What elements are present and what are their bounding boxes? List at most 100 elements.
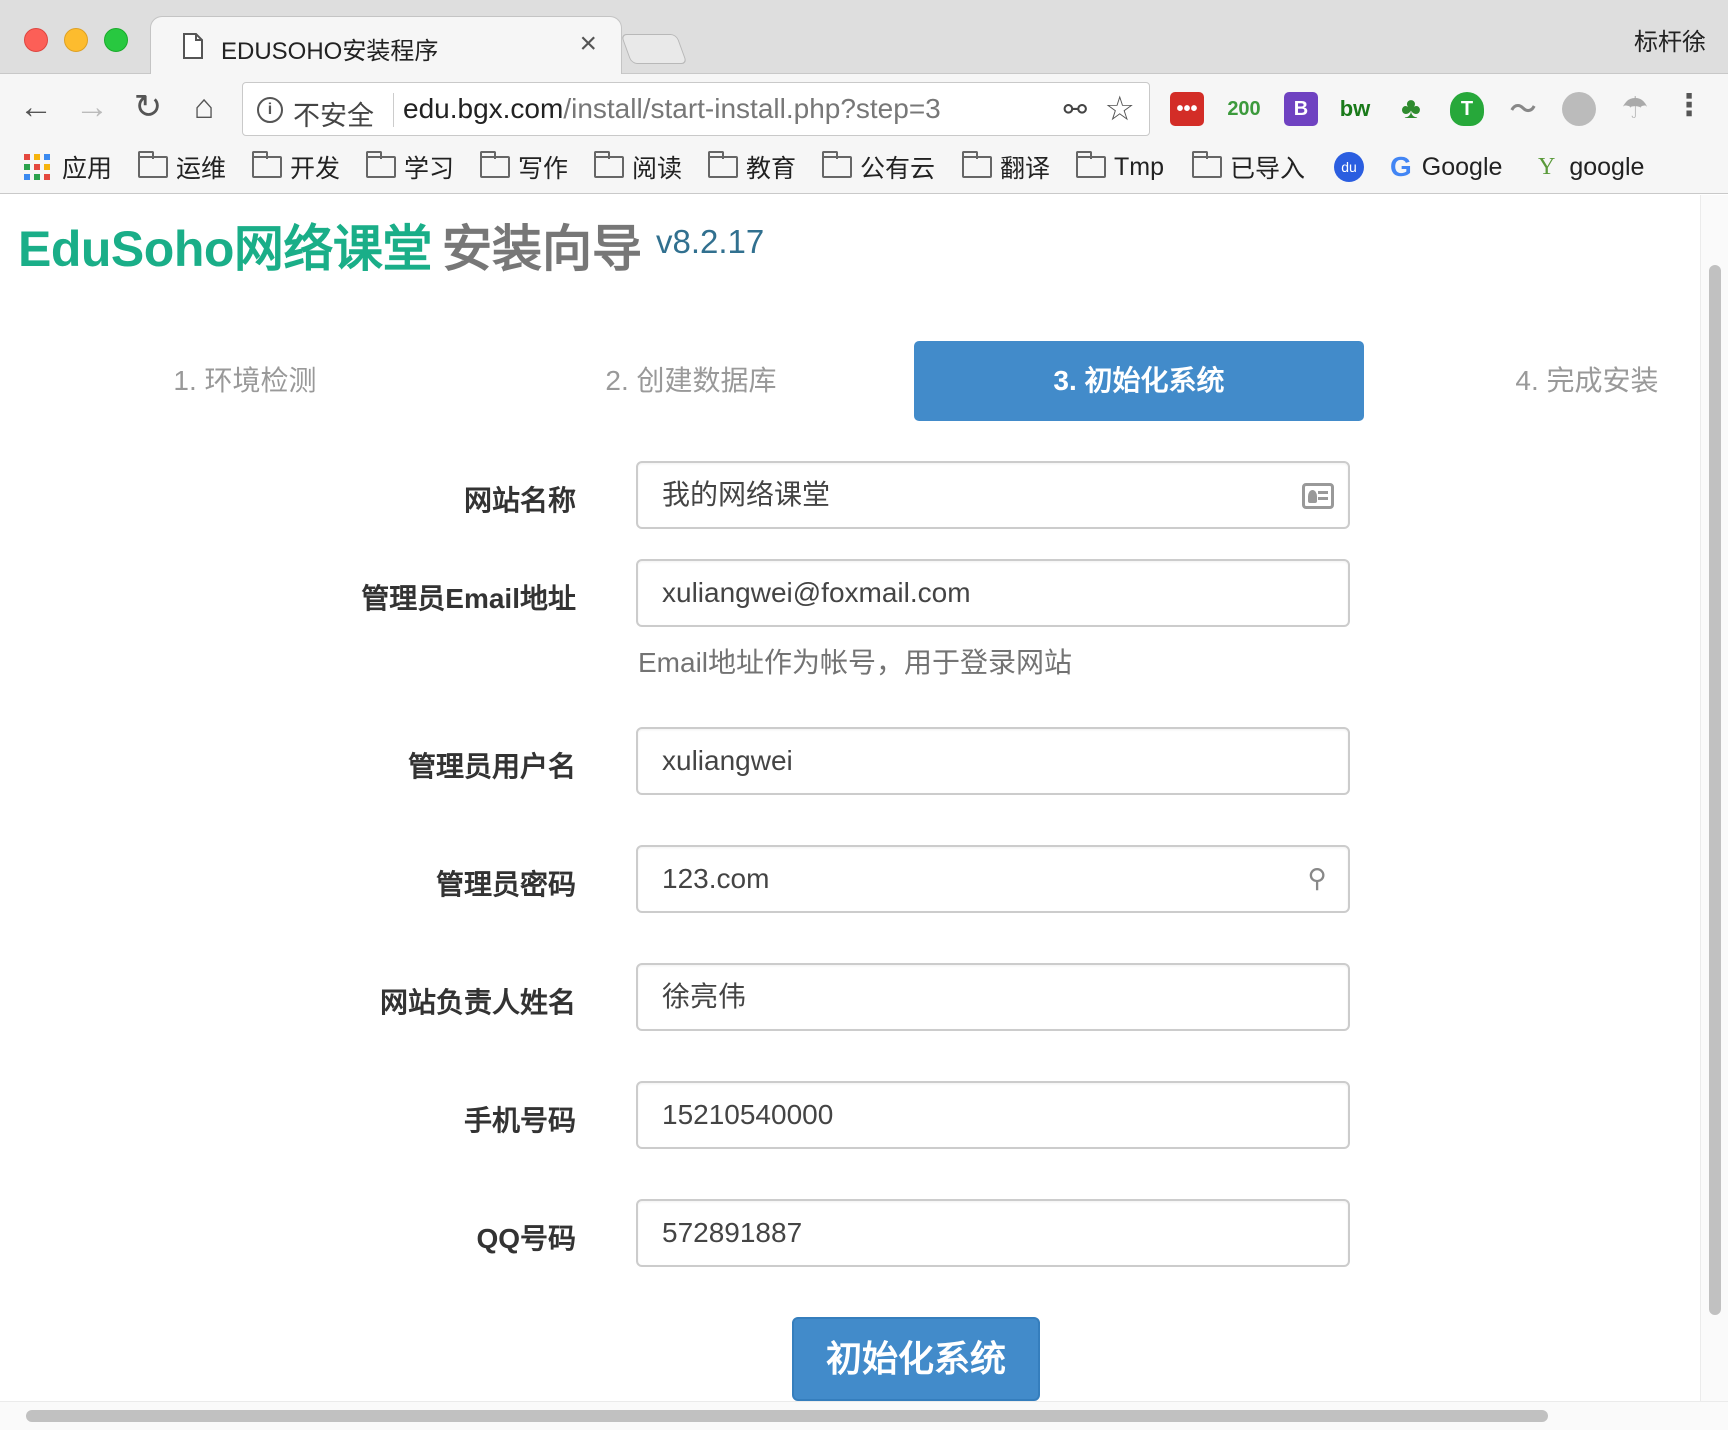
password-input[interactable]: 123.com ⚲	[636, 845, 1350, 913]
site-name-label: 网站名称	[463, 485, 576, 516]
folder-icon	[366, 151, 396, 178]
folder-icon	[594, 151, 624, 178]
bookmark-folder-study[interactable]: 学习	[366, 150, 454, 184]
document-icon	[183, 33, 203, 59]
browser-menu-icon[interactable]: ⋮	[1674, 88, 1704, 123]
bookmark-star-icon[interactable]: ☆	[1105, 89, 1135, 129]
y-logo-icon: Y	[1538, 153, 1556, 180]
clover-extension-icon[interactable]: ♣	[1394, 92, 1428, 126]
bookmark-apps[interactable]: 应用	[24, 150, 112, 184]
mobile-input[interactable]: 15210540000	[636, 1081, 1350, 1149]
contact-card-icon[interactable]	[1302, 483, 1334, 509]
folder-icon	[1192, 151, 1222, 178]
apps-grid-icon	[24, 154, 50, 180]
bookmark-label: 运维	[176, 155, 227, 183]
reload-icon[interactable]: ↻	[128, 88, 168, 128]
install-steps: 1. 环境检测 2. 创建数据库 3. 初始化系统 4. 完成安装	[0, 341, 1700, 421]
bookmark-folder-reading[interactable]: 阅读	[594, 150, 682, 184]
globe-extension-icon[interactable]	[1562, 92, 1596, 126]
email-value: xuliangwei@foxmail.com	[662, 577, 971, 608]
bookmark-label: 公有云	[860, 155, 936, 183]
bookmarks-bar: 应用 运维 开发 学习 写作 阅读 教育 公有云 翻译 Tmp 已导入 du G…	[0, 140, 1728, 194]
bookmark-label: Tmp	[1114, 152, 1164, 181]
security-label[interactable]: 不安全	[293, 94, 374, 133]
site-name-input[interactable]: 我的网络课堂	[636, 461, 1350, 529]
address-bar[interactable]: i 不安全 edu.bgx.com/install/start-install.…	[242, 82, 1150, 136]
owner-name-value: 徐亮伟	[662, 981, 747, 1012]
bookmark-folder-education[interactable]: 教育	[708, 150, 796, 184]
bookmark-apps-label: 应用	[62, 155, 113, 183]
forward-arrow-icon[interactable]: →	[72, 88, 112, 128]
window-close-button[interactable]	[24, 28, 48, 52]
mobile-value: 15210540000	[662, 1099, 834, 1130]
email-input[interactable]: xuliangwei@foxmail.com	[636, 559, 1350, 627]
qq-label: QQ号码	[476, 1223, 576, 1254]
bookmark-label: 翻译	[1000, 155, 1051, 183]
qq-input[interactable]: 572891887	[636, 1199, 1350, 1267]
bookmark-google-yahoo[interactable]: Ygoogle	[1538, 150, 1644, 184]
lastpass-extension-icon[interactable]: •••	[1170, 92, 1204, 126]
bookmark-folder-translate[interactable]: 翻译	[962, 150, 1050, 184]
new-tab-button[interactable]	[620, 34, 688, 64]
username-input[interactable]: xuliangwei	[636, 727, 1350, 795]
initialize-system-button[interactable]: 初始化系统	[792, 1317, 1040, 1401]
bootstrap-extension-icon[interactable]: B	[1284, 92, 1318, 126]
bookmark-label: 阅读	[632, 155, 683, 183]
bookmark-label: 开发	[290, 155, 341, 183]
folder-icon	[708, 151, 738, 178]
folder-icon	[1076, 151, 1106, 178]
password-label: 管理员密码	[435, 869, 576, 900]
vertical-scrollbar[interactable]	[1700, 195, 1728, 1401]
mobile-label: 手机号码	[463, 1105, 576, 1136]
bookmark-folder-imported[interactable]: 已导入	[1192, 150, 1305, 184]
counter-extension-icon[interactable]: 200	[1224, 92, 1264, 126]
tab-close-icon[interactable]: ×	[579, 27, 597, 61]
window-minimize-button[interactable]	[64, 28, 88, 52]
vertical-scroll-thumb[interactable]	[1709, 265, 1721, 1315]
email-label: 管理员Email地址	[361, 583, 576, 614]
password-lock-icon[interactable]: ⚲	[1300, 863, 1334, 893]
browser-tab-active[interactable]: EDUSOHO安装程序 ×	[150, 16, 622, 74]
bookmark-folder-ops[interactable]: 运维	[138, 150, 226, 184]
translate-extension-icon[interactable]: 〜	[1506, 92, 1540, 126]
password-value: 123.com	[662, 863, 770, 894]
url-path: /install/start-install.php?step=3	[563, 93, 941, 124]
bookmark-label: 已导入	[1230, 155, 1306, 183]
owner-name-label: 网站负责人姓名	[379, 987, 576, 1018]
username-label: 管理员用户名	[407, 751, 576, 782]
profile-name[interactable]: 标杆徐	[1634, 22, 1706, 57]
key-icon[interactable]: ⚯	[1064, 93, 1087, 126]
bookmark-label: google	[1569, 152, 1645, 181]
horizontal-scrollbar[interactable]	[0, 1401, 1728, 1430]
url-text[interactable]: edu.bgx.com/install/start-install.php?st…	[403, 93, 941, 125]
bookmark-folder-writing[interactable]: 写作	[480, 150, 568, 184]
parachute-extension-icon[interactable]: ☂	[1618, 92, 1652, 126]
shield-extension-icon[interactable]: T	[1450, 92, 1484, 126]
folder-icon	[138, 151, 168, 178]
bw-extension-icon[interactable]: bw	[1338, 92, 1372, 126]
step-finish-install: 4. 完成安装	[1515, 365, 1659, 396]
bookmark-baidu[interactable]: du	[1334, 150, 1364, 184]
bookmark-folder-dev[interactable]: 开发	[252, 150, 340, 184]
horizontal-scroll-thumb[interactable]	[26, 1410, 1548, 1422]
folder-icon	[480, 151, 510, 178]
bookmark-folder-cloud[interactable]: 公有云	[822, 150, 935, 184]
qq-value: 572891887	[662, 1217, 803, 1248]
home-icon[interactable]: ⌂	[184, 88, 224, 128]
bookmark-folder-tmp[interactable]: Tmp	[1076, 150, 1164, 184]
folder-icon	[252, 151, 282, 178]
back-arrow-icon[interactable]: ←	[16, 88, 56, 128]
folder-icon	[962, 151, 992, 178]
info-icon[interactable]: i	[257, 97, 283, 123]
bookmark-label: 写作	[518, 155, 569, 183]
bookmark-google[interactable]: G Google	[1390, 150, 1502, 184]
version-label: v8.2.17	[656, 223, 765, 260]
folder-icon	[822, 151, 852, 178]
username-value: xuliangwei	[662, 745, 793, 776]
bookmark-label: 教育	[746, 155, 797, 183]
page-content: EduSoho网络课堂 安装向导 v8.2.17 1. 环境检测 2. 创建数据…	[0, 195, 1700, 1401]
owner-name-input[interactable]: 徐亮伟	[636, 963, 1350, 1031]
window-maximize-button[interactable]	[104, 28, 128, 52]
bookmark-label: Google	[1421, 152, 1503, 181]
email-help-text: Email地址作为帐号，用于登录网站	[638, 647, 1073, 678]
